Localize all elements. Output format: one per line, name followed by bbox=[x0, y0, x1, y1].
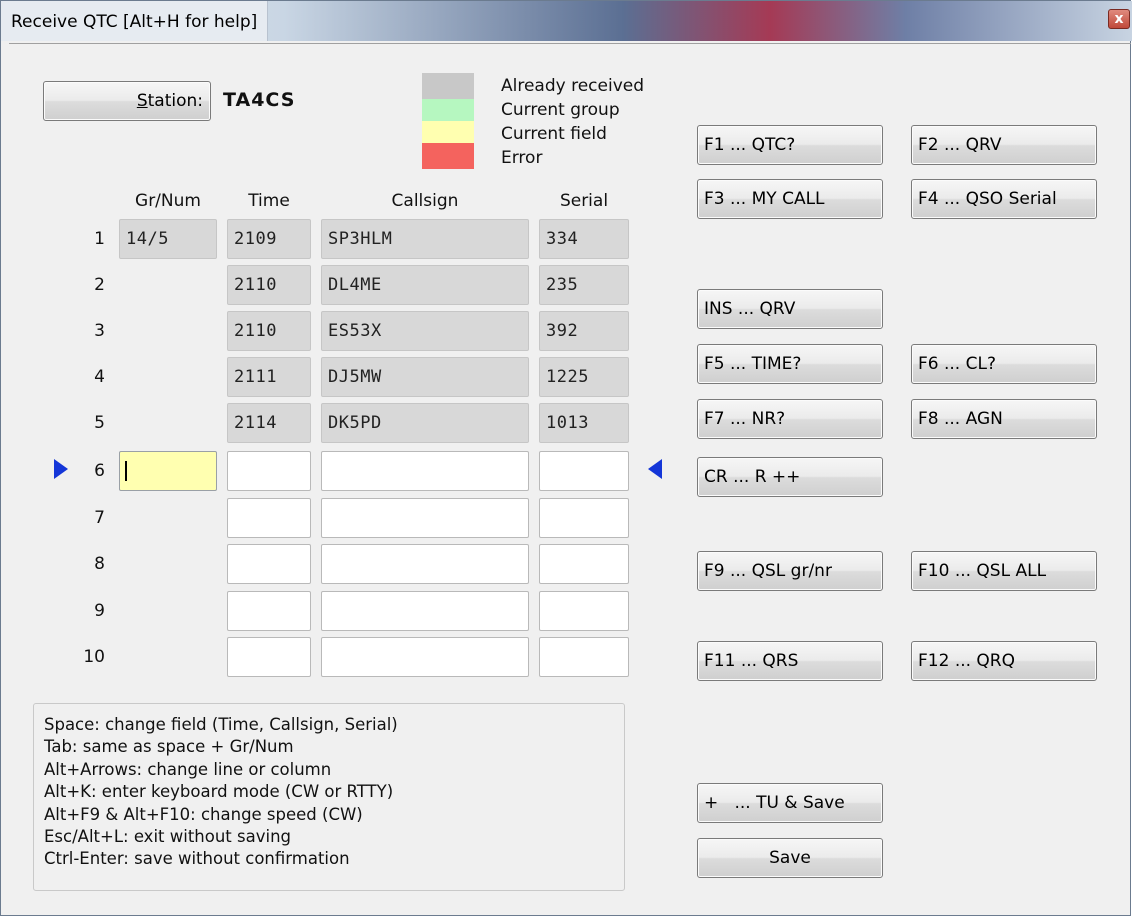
f10-qsl-all-button[interactable]: F10 ... QSL ALL bbox=[911, 551, 1097, 591]
station-button-label: Station: bbox=[136, 91, 203, 111]
time-field[interactable] bbox=[227, 544, 311, 584]
help-line: Esc/Alt+L: exit without saving bbox=[44, 827, 292, 847]
header-time: Time bbox=[248, 191, 290, 211]
current-row-marker-left-icon bbox=[54, 459, 68, 479]
f9-qsl-grnr-button[interactable]: F9 ... QSL gr/nr bbox=[697, 551, 883, 591]
help-line: Ctrl-Enter: save without confirmation bbox=[44, 849, 350, 869]
callsign-field[interactable] bbox=[321, 591, 529, 631]
serial-field[interactable] bbox=[539, 451, 629, 491]
row-number: 2 bbox=[94, 275, 105, 295]
row-number: 7 bbox=[94, 508, 105, 528]
help-line: Alt+F9 & Alt+F10: change speed (CW) bbox=[44, 804, 363, 824]
time-field[interactable]: 2114 bbox=[227, 403, 311, 443]
tu-save-button[interactable]: + ... TU & Save bbox=[697, 783, 883, 823]
row-number: 6 bbox=[94, 461, 105, 481]
time-field[interactable]: 2109 bbox=[227, 219, 311, 259]
serial-field[interactable]: 235 bbox=[539, 265, 629, 305]
callsign-field[interactable] bbox=[321, 544, 529, 584]
header-serial: Serial bbox=[559, 191, 609, 211]
row-number: 4 bbox=[94, 367, 105, 387]
f11-qrs-button[interactable]: F11 ... QRS bbox=[697, 641, 883, 681]
time-field[interactable] bbox=[227, 591, 311, 631]
f1-qtc-button[interactable]: F1 ... QTC? bbox=[697, 125, 883, 165]
callsign-field[interactable]: SP3HLM bbox=[321, 219, 529, 259]
time-field[interactable] bbox=[227, 451, 311, 491]
serial-field[interactable] bbox=[539, 544, 629, 584]
f2-qrv-button[interactable]: F2 ... QRV bbox=[911, 125, 1097, 165]
help-line: Space: change field (Time, Callsign, Ser… bbox=[44, 715, 398, 734]
station-callsign: TA4CS bbox=[223, 89, 296, 111]
cr-r-button[interactable]: CR ... R ++ bbox=[697, 457, 883, 497]
current-row-marker-right-icon bbox=[648, 459, 662, 479]
callsign-field[interactable] bbox=[321, 498, 529, 538]
serial-field[interactable]: 392 bbox=[539, 311, 629, 351]
header-callsign: Callsign bbox=[391, 191, 459, 211]
header-grnum: Gr/Num bbox=[135, 191, 201, 211]
row-number: 8 bbox=[94, 554, 105, 574]
callsign-field[interactable] bbox=[321, 451, 529, 491]
serial-field[interactable] bbox=[539, 591, 629, 631]
callsign-field[interactable]: DL4ME bbox=[321, 265, 529, 305]
save-button[interactable]: Save bbox=[697, 838, 883, 878]
receive-qtc-window: Receive QTC [Alt+H for help] x Station: … bbox=[0, 0, 1132, 916]
f12-qrq-button[interactable]: F12 ... QRQ bbox=[911, 641, 1097, 681]
f8-agn-button[interactable]: F8 ... AGN bbox=[911, 399, 1097, 439]
time-field[interactable]: 2110 bbox=[227, 311, 311, 351]
time-field[interactable] bbox=[227, 637, 311, 677]
title-bar[interactable]: Receive QTC [Alt+H for help] x bbox=[1, 1, 1132, 41]
text-caret bbox=[125, 461, 127, 481]
legend-swatch-error bbox=[422, 143, 474, 169]
row-number: 10 bbox=[83, 647, 105, 667]
grnum-field[interactable]: 14/5 bbox=[119, 219, 217, 259]
callsign-field[interactable]: DK5PD bbox=[321, 403, 529, 443]
ins-qrv-button[interactable]: INS ... QRV bbox=[697, 289, 883, 329]
callsign-field[interactable]: ES53X bbox=[321, 311, 529, 351]
legend-label-current-group: Current group bbox=[501, 100, 620, 120]
serial-field[interactable]: 334 bbox=[539, 219, 629, 259]
legend-label-received: Already received bbox=[501, 76, 645, 96]
serial-field[interactable]: 1225 bbox=[539, 357, 629, 397]
time-field[interactable]: 2110 bbox=[227, 265, 311, 305]
help-line: Tab: same as space + Gr/Num bbox=[44, 737, 294, 757]
f5-time-button[interactable]: F5 ... TIME? bbox=[697, 344, 883, 384]
callsign-field[interactable] bbox=[321, 637, 529, 677]
help-line: Alt+Arrows: change line or column bbox=[44, 759, 332, 779]
window-title: Receive QTC [Alt+H for help] bbox=[1, 1, 269, 41]
f4-qso-serial-button[interactable]: F4 ... QSO Serial bbox=[911, 179, 1097, 219]
row-number: 1 bbox=[94, 229, 105, 249]
station-button[interactable]: Station: bbox=[43, 81, 211, 121]
help-text-panel: Space: change field (Time, Callsign, Ser… bbox=[33, 703, 625, 891]
help-line: Alt+K: enter keyboard mode (CW or RTTY) bbox=[44, 782, 394, 802]
close-icon[interactable]: x bbox=[1108, 9, 1130, 29]
f6-cl-button[interactable]: F6 ... CL? bbox=[911, 344, 1097, 384]
row-number: 5 bbox=[94, 413, 105, 433]
serial-field[interactable] bbox=[539, 498, 629, 538]
row-number: 9 bbox=[94, 601, 105, 621]
row-number: 3 bbox=[94, 321, 105, 341]
legend-label-current-field: Current field bbox=[501, 124, 607, 144]
f7-nr-button[interactable]: F7 ... NR? bbox=[697, 399, 883, 439]
f3-my-call-button[interactable]: F3 ... MY CALL bbox=[697, 179, 883, 219]
grnum-field[interactable] bbox=[119, 451, 217, 491]
legend-label-error: Error bbox=[501, 148, 543, 168]
time-field[interactable]: 2111 bbox=[227, 357, 311, 397]
legend-swatch-received bbox=[422, 73, 474, 99]
serial-field[interactable]: 1013 bbox=[539, 403, 629, 443]
serial-field[interactable] bbox=[539, 637, 629, 677]
time-field[interactable] bbox=[227, 498, 311, 538]
callsign-field[interactable]: DJ5MW bbox=[321, 357, 529, 397]
